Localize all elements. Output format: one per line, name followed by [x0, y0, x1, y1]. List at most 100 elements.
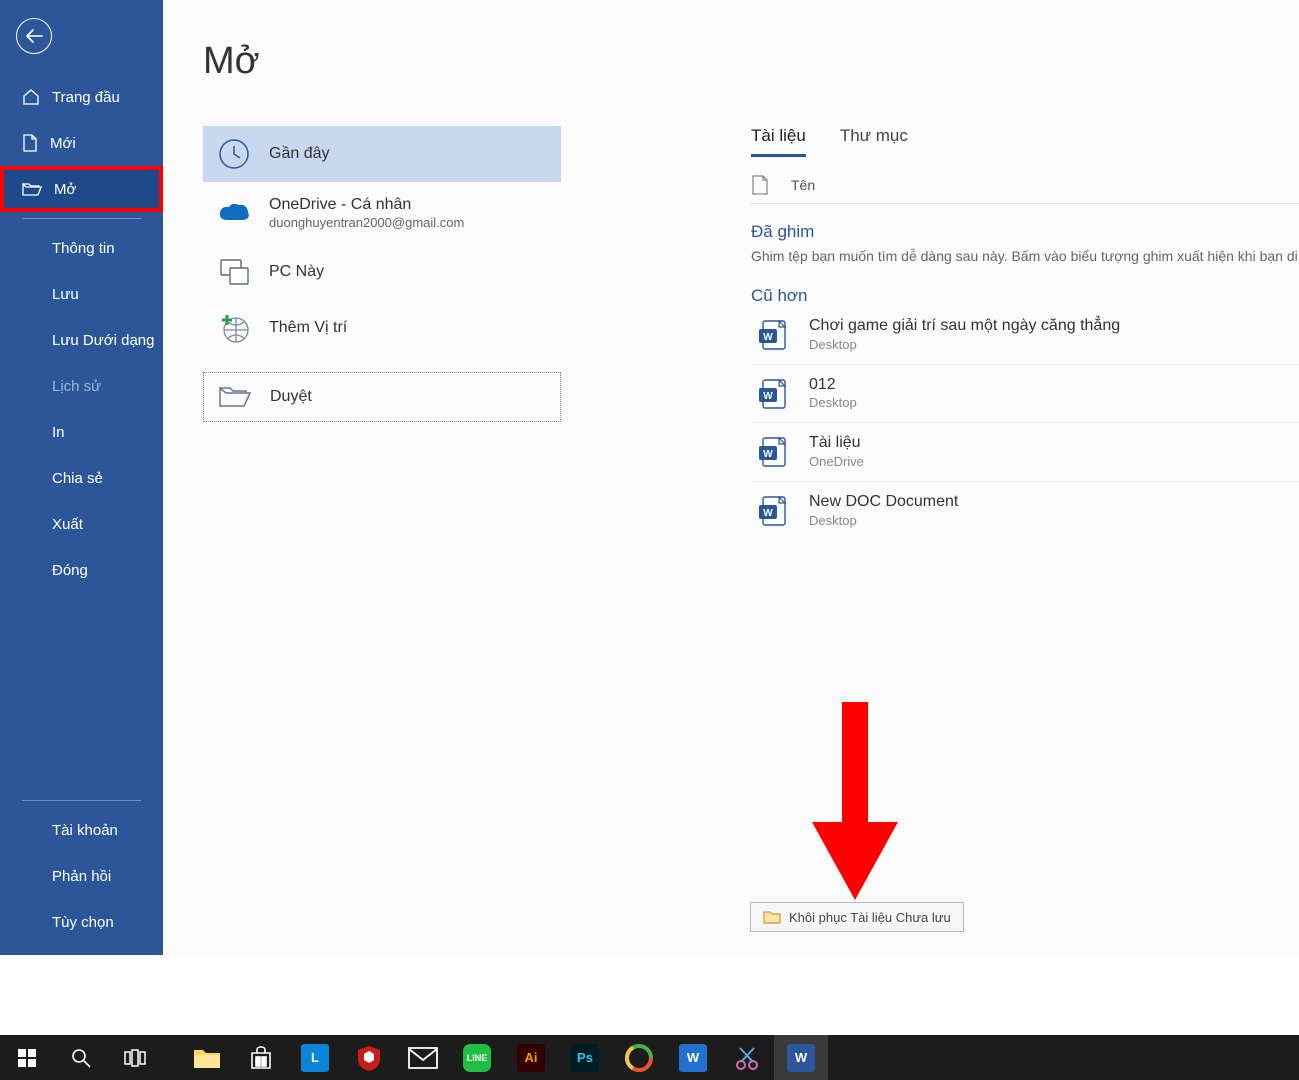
search-button[interactable]: [54, 1035, 108, 1080]
label: Tùy chọn: [52, 914, 114, 931]
file-name: Tài liệu: [809, 433, 864, 454]
sidebar-item-new[interactable]: Mới: [0, 120, 163, 166]
file-list-column: Tài liệu Thư mục Tên Đã ghim Ghim tệp bạ…: [751, 126, 1299, 540]
taskbar-app-mcafee[interactable]: [342, 1035, 396, 1080]
word-doc-icon: W: [757, 436, 789, 468]
location-onedrive[interactable]: OneDrive - Cá nhân duonghuyentran2000@gm…: [203, 182, 561, 244]
sidebar-item-info[interactable]: Thông tin: [0, 225, 163, 271]
label: Phản hồi: [52, 868, 111, 885]
taskbar-app-line[interactable]: LINE: [450, 1035, 504, 1080]
folder-icon: [763, 909, 781, 925]
column-name: Tên: [791, 177, 815, 193]
main-panel: Mở Gần đây OneDrive - Cá nhân duonghuyen…: [163, 0, 1299, 955]
label: Trang đầu: [52, 89, 120, 106]
label: Mới: [50, 135, 76, 152]
taskbar: L LINEAiPs W W: [0, 1035, 1299, 1080]
taskbar-app-lenovo[interactable]: L: [288, 1035, 342, 1080]
word-doc-icon: W: [757, 378, 789, 410]
file-icon: [22, 134, 38, 152]
taskbar-app-store[interactable]: [234, 1035, 288, 1080]
search-icon: [71, 1048, 91, 1068]
clock-icon: [217, 137, 251, 171]
sidebar-item-close[interactable]: Đóng: [0, 547, 163, 593]
sidebar-item-options[interactable]: Tùy chọn: [0, 899, 163, 945]
tab-folders[interactable]: Thư mục: [840, 126, 908, 157]
sidebar-item-export[interactable]: Xuất: [0, 501, 163, 547]
taskbar-app-photoshop[interactable]: Ps: [558, 1035, 612, 1080]
sidebar-item-share[interactable]: Chia sẻ: [0, 455, 163, 501]
taskbar-app-wps[interactable]: W: [666, 1035, 720, 1080]
folder-open-icon: [22, 181, 42, 197]
taskview-button[interactable]: [108, 1035, 162, 1080]
file-location: OneDrive: [809, 454, 864, 471]
svg-text:W: W: [763, 332, 773, 343]
recover-unsaved-button[interactable]: Khôi phục Tài liệu Chưa lưu: [750, 902, 964, 932]
taskbar-app-snip[interactable]: [720, 1035, 774, 1080]
windows-icon: [18, 1049, 36, 1067]
start-button[interactable]: [0, 1035, 54, 1080]
label: Lịch sử: [52, 378, 101, 395]
location-addplace[interactable]: Thêm Vị trí: [203, 300, 561, 356]
sidebar-divider: [22, 218, 141, 219]
taskbar-app-illustrator[interactable]: Ai: [504, 1035, 558, 1080]
location-thispc[interactable]: PC Này: [203, 244, 561, 300]
file-item[interactable]: W Tài liệuOneDrive: [751, 423, 1299, 482]
tab-documents[interactable]: Tài liệu: [751, 126, 806, 157]
label: Xuất: [52, 516, 83, 533]
file-item[interactable]: W New DOC DocumentDesktop: [751, 482, 1299, 540]
file-name: 012: [809, 375, 857, 396]
location-browse[interactable]: Duyệt: [203, 372, 561, 422]
taskbar-app-file-explorer[interactable]: [180, 1035, 234, 1080]
word-doc-icon: W: [757, 495, 789, 527]
tabs: Tài liệu Thư mục: [751, 126, 1299, 157]
sidebar-item-home[interactable]: Trang đầu: [0, 74, 163, 120]
label: In: [52, 424, 65, 441]
label: Chia sẻ: [52, 470, 103, 487]
sidebar-item-feedback[interactable]: Phản hồi: [0, 853, 163, 899]
annotation-arrow-icon: [812, 702, 898, 900]
list-header: Tên: [751, 175, 1299, 204]
arrow-left-icon: [25, 29, 43, 43]
file-location: Desktop: [809, 337, 1120, 354]
folder-open-icon: [218, 380, 252, 414]
file-item[interactable]: WChơi game giải trí sau một ngày căng th…: [751, 306, 1299, 365]
label: Tài khoản: [52, 822, 118, 839]
label: Khôi phục Tài liệu Chưa lưu: [789, 910, 951, 925]
page-title: Mở: [163, 0, 1299, 95]
location-recent[interactable]: Gần đây: [203, 126, 561, 182]
file-location: Desktop: [809, 513, 958, 530]
label: OneDrive - Cá nhân: [269, 195, 464, 215]
sidebar-item-account[interactable]: Tài khoản: [0, 807, 163, 853]
sidebar-divider: [22, 800, 141, 801]
locations-column: Gần đây OneDrive - Cá nhân duonghuyentra…: [203, 126, 561, 422]
label: Mở: [54, 181, 76, 198]
computer-icon: [217, 255, 251, 289]
svg-text:W: W: [763, 449, 773, 460]
label: PC Này: [269, 263, 324, 281]
backstage-sidebar: Trang đầu Mới Mở Thông tin Lưu Lưu Dưới …: [0, 0, 163, 955]
home-icon: [22, 88, 40, 106]
section-older-title: Cũ hơn: [751, 286, 1299, 306]
label: Đóng: [52, 562, 88, 579]
onedrive-icon: [217, 196, 251, 230]
taskbar-app-mail[interactable]: [396, 1035, 450, 1080]
label: Thông tin: [52, 240, 115, 257]
svg-text:W: W: [763, 508, 773, 519]
file-location: Desktop: [809, 395, 857, 412]
file-item[interactable]: W 012Desktop: [751, 365, 1299, 424]
word-doc-icon: W: [757, 319, 789, 351]
taskbar-app-word[interactable]: W: [774, 1035, 828, 1080]
label: Lưu Dưới dạng: [52, 332, 154, 349]
sidebar-item-saveas[interactable]: Lưu Dưới dạng: [0, 317, 163, 363]
label: Duyệt: [270, 388, 312, 406]
back-button[interactable]: [16, 18, 52, 54]
taskview-icon: [124, 1049, 146, 1067]
file-list: WChơi game giải trí sau một ngày căng th…: [751, 306, 1299, 540]
taskbar-app-cococ[interactable]: [612, 1035, 666, 1080]
file-name: New DOC Document: [809, 492, 958, 513]
label: Gần đây: [269, 145, 329, 163]
sidebar-item-print[interactable]: In: [0, 409, 163, 455]
label: Lưu: [52, 286, 79, 303]
sidebar-item-save[interactable]: Lưu: [0, 271, 163, 317]
sidebar-item-open[interactable]: Mở: [0, 166, 163, 212]
